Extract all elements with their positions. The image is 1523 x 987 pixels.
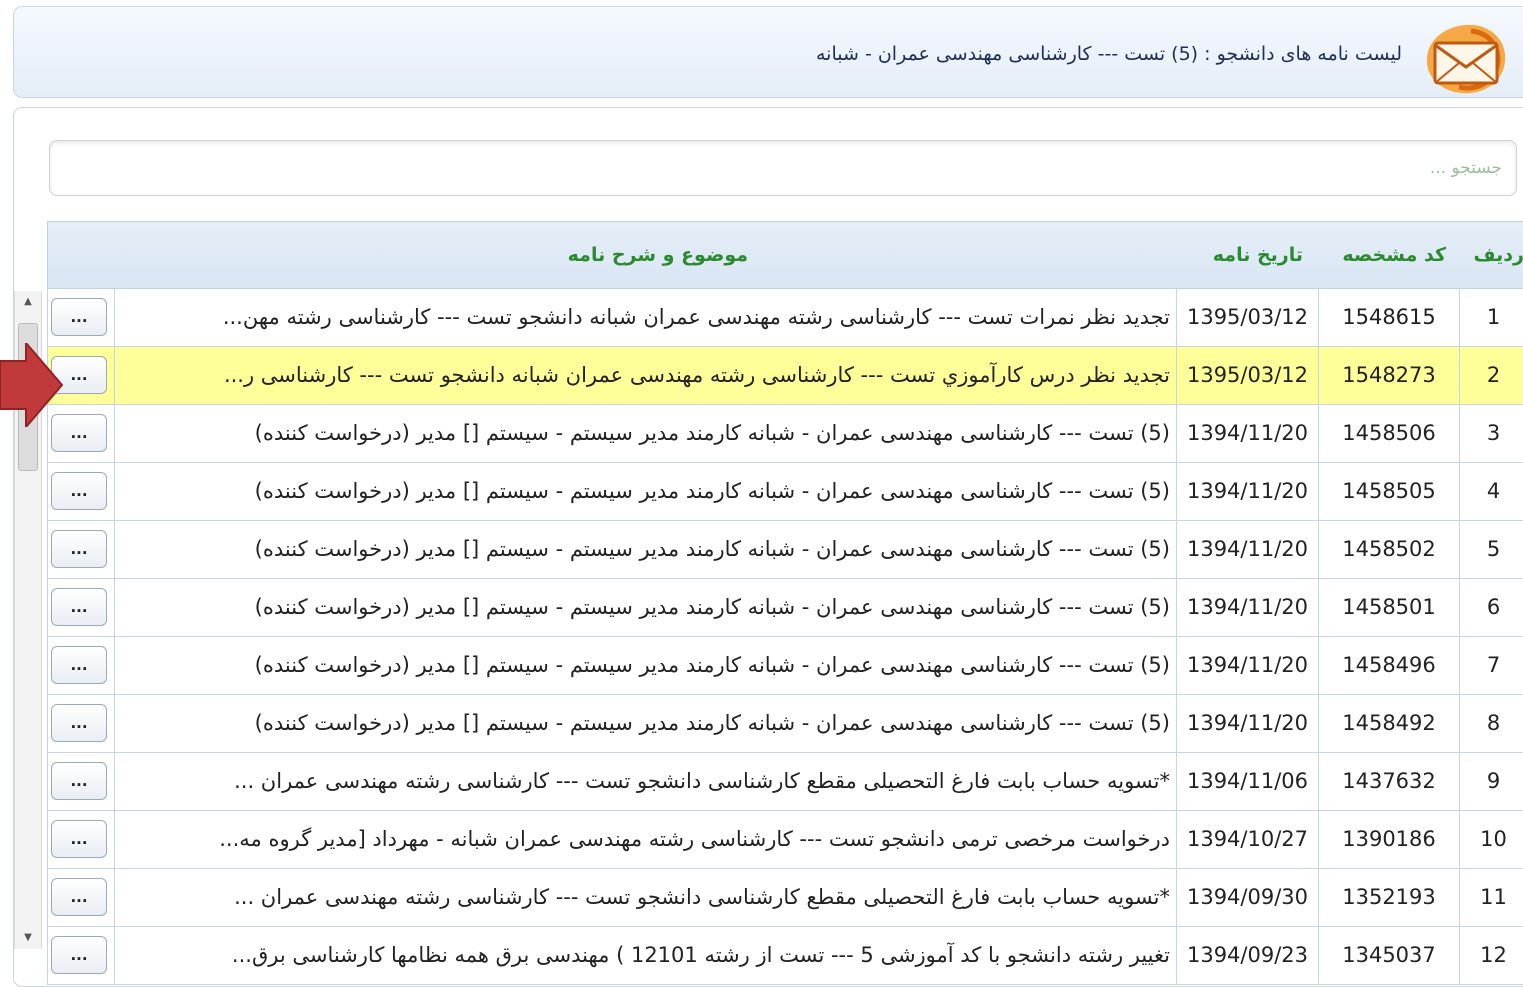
row-index: 4 [1486, 479, 1501, 503]
red-pointer-arrow-icon [0, 343, 64, 427]
letter-date: 1394/11/20 [1177, 463, 1319, 520]
letter-code: 1458506 [1319, 405, 1460, 462]
scroll-down-arrow-icon[interactable]: ▼ [15, 927, 41, 949]
row-index: 12 [1480, 943, 1507, 967]
letter-date: 1394/11/20 [1177, 695, 1319, 752]
row-action-cell: ... [47, 289, 115, 346]
letter-code: 1458496 [1319, 637, 1460, 694]
row-index: 9 [1486, 769, 1501, 793]
mail-envelope-icon [1426, 24, 1506, 94]
row-details-button[interactable]: ... [51, 298, 107, 336]
letter-date: 1394/10/27 [1177, 811, 1319, 868]
row-details-button[interactable]: ... [51, 646, 107, 684]
row-index: 5 [1486, 537, 1501, 561]
letter-code: 1458501 [1319, 579, 1460, 636]
letter-subject: (5) تست --- کارشناسی مهندسی عمران - شبان… [115, 637, 1177, 694]
letter-code: 1437632 [1319, 753, 1460, 810]
row-details-button[interactable]: ... [51, 588, 107, 626]
letter-subject: (5) تست --- کارشناسی مهندسی عمران - شبان… [115, 405, 1177, 462]
letter-subject: (5) تست --- کارشناسی مهندسی عمران - شبان… [115, 695, 1177, 752]
letter-code: 1345037 [1319, 927, 1460, 984]
table-row[interactable]: ... *تسویه حساب بابت فارغ التحصیلی مقطع ک… [47, 753, 1523, 811]
table-row[interactable]: ... (5) تست --- کارشناسی مهندسی عمران - ش… [47, 637, 1523, 695]
row-action-cell: ... [47, 811, 115, 868]
table-row[interactable]: ... (5) تست --- کارشناسی مهندسی عمران - ش… [47, 463, 1523, 521]
letter-code: 1458505 [1319, 463, 1460, 520]
row-details-button[interactable]: ... [51, 878, 107, 916]
row-index: 8 [1486, 711, 1501, 735]
table-row[interactable]: ... درخواست مرخصی ترمی دانشجو تست --- کار… [47, 811, 1523, 869]
table-row[interactable]: ... (5) تست --- کارشناسی مهندسی عمران - ش… [47, 579, 1523, 637]
table-row[interactable]: ... *تسویه حساب بابت فارغ التحصیلی مقطع ک… [47, 869, 1523, 927]
letter-subject: تجدید نظر نمرات تست --- کارشناسی رشته مه… [115, 289, 1177, 346]
page-header: لیست نامه های دانشجو : (5) تست --- کارشن… [13, 6, 1523, 98]
letters-table: ردیف کد مشخصه تاریخ نامه موضوع و شرح نام… [47, 221, 1523, 985]
letter-date: 1394/11/20 [1177, 637, 1319, 694]
table-row[interactable]: ... تجدید نظر درس کارآموزي تست --- کارشنا… [47, 347, 1523, 405]
row-action-cell: ... [47, 521, 115, 578]
letter-code: 1458502 [1319, 521, 1460, 578]
letter-subject: (5) تست --- کارشناسی مهندسی عمران - شبان… [115, 579, 1177, 636]
table-row[interactable]: ... تجدید نظر نمرات تست --- کارشناسی رشته… [47, 289, 1523, 347]
row-details-button[interactable]: ... [51, 762, 107, 800]
row-index: 3 [1486, 421, 1501, 445]
table-body: ... تجدید نظر نمرات تست --- کارشناسی رشته… [47, 289, 1523, 985]
letter-subject: *تسویه حساب بابت فارغ التحصیلی مقطع کارش… [115, 753, 1177, 810]
letter-date: 1394/11/20 [1177, 521, 1319, 578]
letter-code: 1352193 [1319, 869, 1460, 926]
row-action-cell: ... [47, 695, 115, 752]
letter-code: 1390186 [1319, 811, 1460, 868]
column-header-date[interactable]: تاریخ نامه [1213, 244, 1303, 266]
search-input[interactable] [49, 140, 1517, 196]
table-row[interactable]: ... (5) تست --- کارشناسی مهندسی عمران - ش… [47, 695, 1523, 753]
row-details-button[interactable]: ... [51, 472, 107, 510]
row-details-button[interactable]: ... [51, 936, 107, 974]
table-row[interactable]: ... تغییر رشته دانشجو با کد آموزشی 5 --- … [47, 927, 1523, 985]
row-details-button[interactable]: ... [51, 704, 107, 742]
row-action-cell: ... [47, 637, 115, 694]
letter-subject: درخواست مرخصی ترمی دانشجو تست --- کارشنا… [115, 811, 1177, 868]
column-header-code[interactable]: کد مشخصه [1342, 244, 1446, 266]
letter-code: 1458492 [1319, 695, 1460, 752]
letter-code: 1548615 [1319, 289, 1460, 346]
letter-subject: (5) تست --- کارشناسی مهندسی عمران - شبان… [115, 463, 1177, 520]
row-action-cell: ... [47, 463, 115, 520]
letter-date: 1394/11/06 [1177, 753, 1319, 810]
letter-date: 1395/03/12 [1177, 289, 1319, 346]
row-action-cell: ... [47, 869, 115, 926]
table-row[interactable]: ... (5) تست --- کارشناسی مهندسی عمران - ش… [47, 521, 1523, 579]
scroll-up-arrow-icon[interactable]: ▲ [15, 291, 41, 313]
row-index: 1 [1486, 305, 1501, 329]
column-header-index[interactable]: ردیف [1474, 244, 1523, 266]
row-action-cell: ... [47, 753, 115, 810]
letter-subject: *تسویه حساب بابت فارغ التحصیلی مقطع کارش… [115, 869, 1177, 926]
table-row[interactable]: ... (5) تست --- کارشناسی مهندسی عمران - ش… [47, 405, 1523, 463]
letter-date: 1395/03/12 [1177, 347, 1319, 404]
row-index: 2 [1486, 363, 1501, 387]
row-action-cell: ... [47, 579, 115, 636]
row-details-button[interactable]: ... [51, 820, 107, 858]
table-header: ردیف کد مشخصه تاریخ نامه موضوع و شرح نام… [47, 221, 1523, 289]
letter-subject: تجدید نظر درس کارآموزي تست --- کارشناسی … [115, 347, 1177, 404]
column-header-subject[interactable]: موضوع و شرح نامه [568, 244, 748, 266]
row-details-button[interactable]: ... [51, 530, 107, 568]
row-index: 6 [1486, 595, 1501, 619]
letter-subject: (5) تست --- کارشناسی مهندسی عمران - شبان… [115, 521, 1177, 578]
row-action-cell: ... [47, 927, 115, 984]
page-title: لیست نامه های دانشجو : (5) تست --- کارشن… [816, 43, 1402, 65]
row-index: 11 [1480, 885, 1507, 909]
letter-code: 1548273 [1319, 347, 1460, 404]
row-index: 7 [1486, 653, 1501, 677]
letter-date: 1394/09/30 [1177, 869, 1319, 926]
letter-date: 1394/09/23 [1177, 927, 1319, 984]
letter-date: 1394/11/20 [1177, 405, 1319, 462]
letter-subject: تغییر رشته دانشجو با کد آموزشی 5 --- تست… [115, 927, 1177, 984]
letter-date: 1394/11/20 [1177, 579, 1319, 636]
row-index: 10 [1480, 827, 1507, 851]
